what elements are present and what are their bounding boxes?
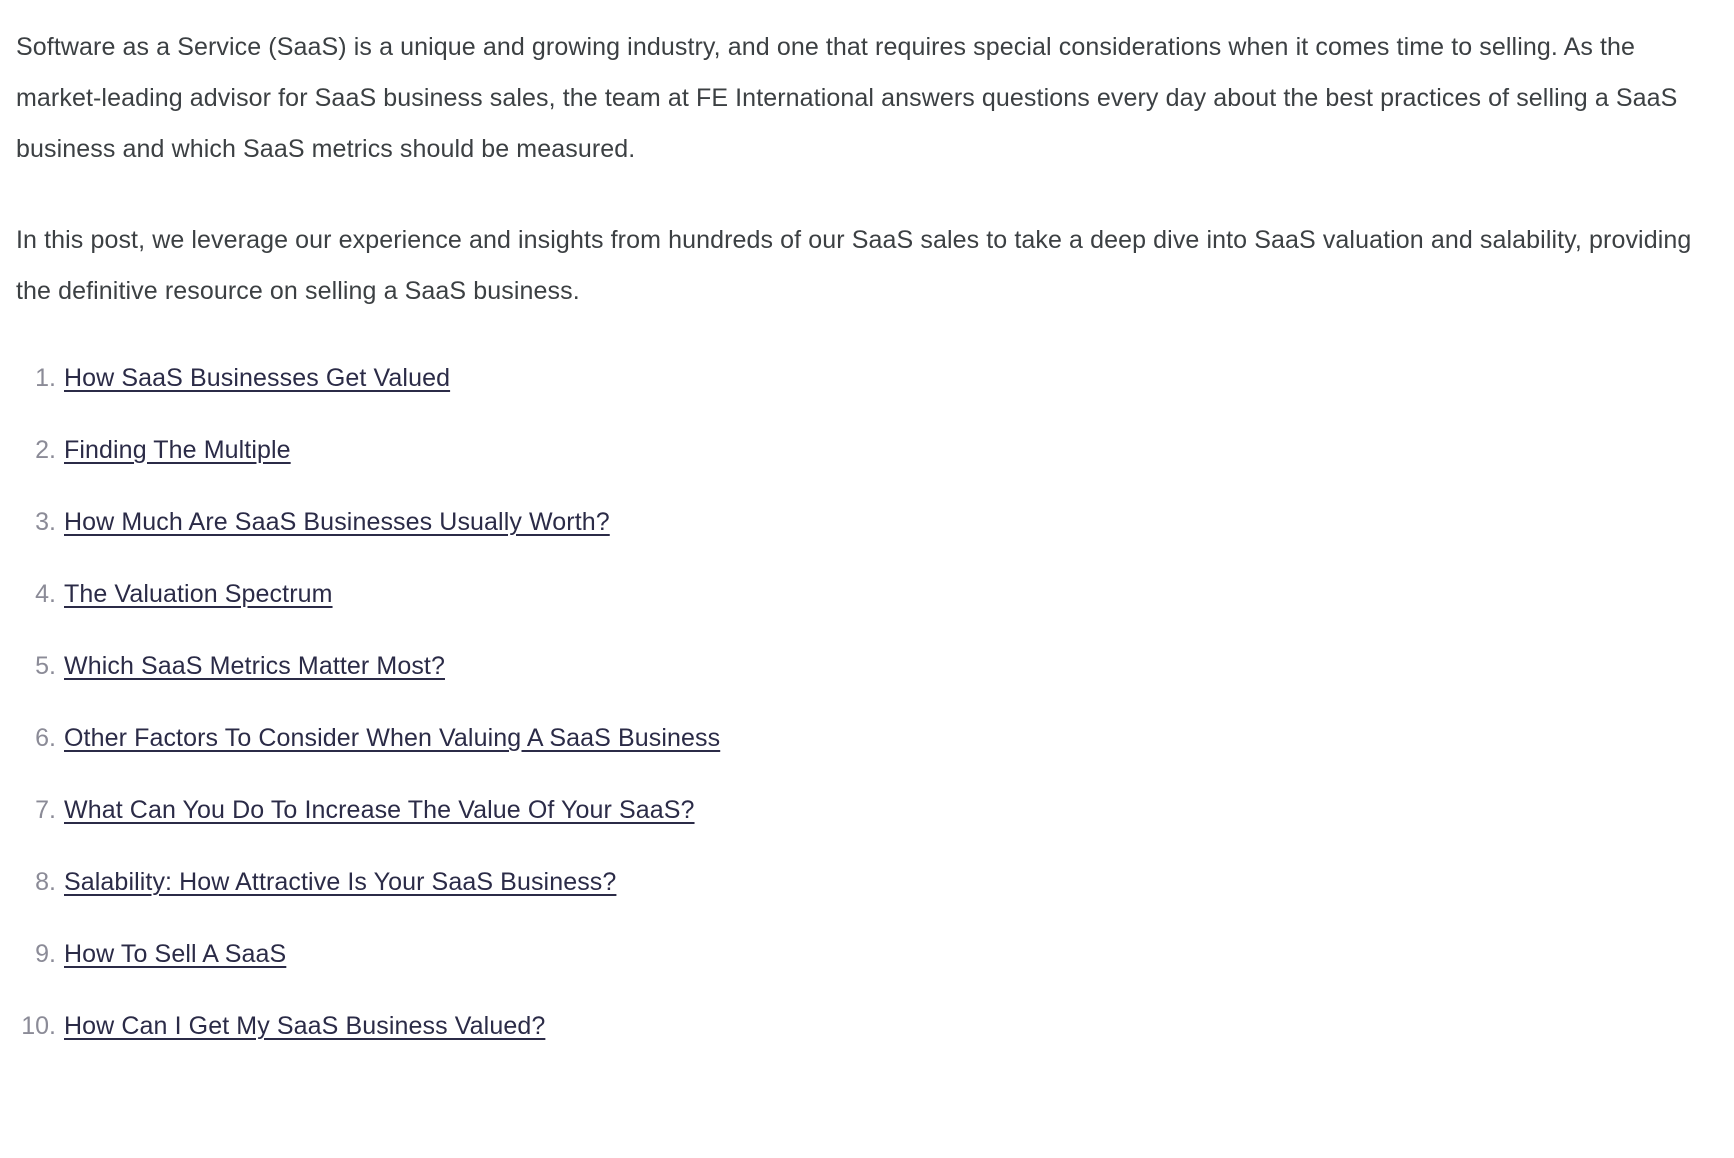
list-item: Salability: How Attractive Is Your SaaS … <box>16 861 1718 903</box>
list-item: The Valuation Spectrum <box>16 573 1718 615</box>
list-item: What Can You Do To Increase The Value Of… <box>16 789 1718 831</box>
toc-link-other-factors-to-consider-when-valuing-a-saas-business[interactable]: Other Factors To Consider When Valuing A… <box>64 724 720 752</box>
toc-link-salability-how-attractive-is-your-saas-business[interactable]: Salability: How Attractive Is Your SaaS … <box>64 868 616 896</box>
toc-link-what-can-you-do-to-increase-the-value-of-your-saas[interactable]: What Can You Do To Increase The Value Of… <box>64 796 695 824</box>
list-item: Which SaaS Metrics Matter Most? <box>16 645 1718 687</box>
toc-link-how-can-i-get-my-saas-business-valued[interactable]: How Can I Get My SaaS Business Valued? <box>64 1012 545 1040</box>
toc-link-the-valuation-spectrum[interactable]: The Valuation Spectrum <box>64 580 333 608</box>
list-item: How Can I Get My SaaS Business Valued? <box>16 1005 1718 1047</box>
toc-link-how-saas-businesses-get-valued[interactable]: How SaaS Businesses Get Valued <box>64 364 450 392</box>
article-body: Software as a Service (SaaS) is a unique… <box>0 0 1734 1047</box>
list-item: Other Factors To Consider When Valuing A… <box>16 717 1718 759</box>
toc-link-which-saas-metrics-matter-most[interactable]: Which SaaS Metrics Matter Most? <box>64 652 445 680</box>
toc-link-how-to-sell-a-saas[interactable]: How To Sell A SaaS <box>64 940 286 968</box>
intro-paragraph-1: Software as a Service (SaaS) is a unique… <box>16 33 1678 163</box>
list-item: Finding The Multiple <box>16 429 1718 471</box>
list-item: How Much Are SaaS Businesses Usually Wor… <box>16 501 1718 543</box>
table-of-contents-list: How SaaS Businesses Get Valued Finding T… <box>16 357 1718 1047</box>
list-item: How To Sell A SaaS <box>16 933 1718 975</box>
list-item: How SaaS Businesses Get Valued <box>16 357 1718 399</box>
toc-link-finding-the-multiple[interactable]: Finding The Multiple <box>64 436 291 464</box>
toc-link-how-much-are-saas-businesses-usually-worth[interactable]: How Much Are SaaS Businesses Usually Wor… <box>64 508 610 536</box>
intro-paragraph-2: In this post, we leverage our experience… <box>16 226 1692 305</box>
